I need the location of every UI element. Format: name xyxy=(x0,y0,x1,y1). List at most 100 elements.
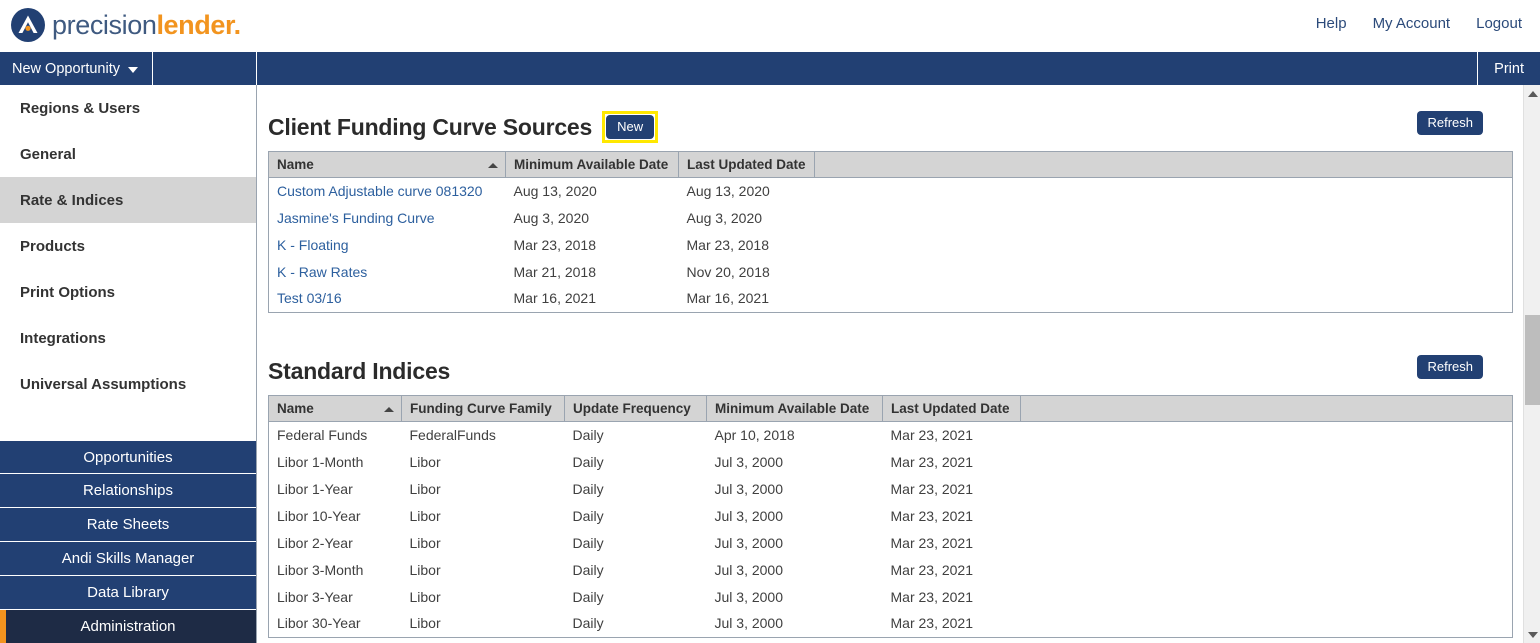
funding-curve-link[interactable]: K - Raw Rates xyxy=(277,264,367,280)
sidebar-nav-label: Opportunities xyxy=(83,448,173,466)
cell-update-frequency: Daily xyxy=(572,454,604,470)
sidebar-nav-relationships[interactable]: Relationships xyxy=(0,474,256,508)
cell-funding-curve-family: FederalFunds xyxy=(409,427,496,444)
cell-update-frequency: Daily xyxy=(572,481,604,497)
sidebar-nav-data-library[interactable]: Data Library xyxy=(0,576,256,610)
cell-last-updated-date: Aug 13, 2020 xyxy=(686,183,770,200)
cell-funding-curve-family: Libor xyxy=(409,562,441,578)
cell-name: Jasmine's Funding Curve xyxy=(269,205,506,232)
cell-last-updated-date: Mar 16, 2021 xyxy=(686,289,770,306)
new-button[interactable]: New xyxy=(606,115,655,139)
sidebar-item-label: Rate & Indices xyxy=(20,191,124,209)
vertical-scrollbar[interactable] xyxy=(1523,85,1540,643)
cell-last-updated-date: Mar 23, 2018 xyxy=(686,237,770,253)
column-header-name[interactable]: Name xyxy=(268,151,506,178)
cell-funding-curve-family: Libor xyxy=(409,589,441,605)
cell-minimum-available-date: Jul 3, 2000 xyxy=(714,481,784,497)
column-header-label: Funding Curve Family xyxy=(410,401,552,416)
sidebar-item-regions-users[interactable]: Regions & Users xyxy=(0,85,256,131)
admin-sidebar: Regions & Users General Rate & Indices P… xyxy=(0,85,257,643)
table-row: Libor 10-Year Libor Daily Jul 3, 2000 Ma… xyxy=(269,503,1513,530)
sidebar-nav-rate-sheets[interactable]: Rate Sheets xyxy=(0,508,256,542)
sidebar-item-general[interactable]: General xyxy=(0,131,256,177)
funding-curve-link[interactable]: Custom Adjustable curve 081320 xyxy=(277,183,482,199)
cell-name: Test 03/16 xyxy=(269,286,506,313)
scroll-up-arrow-icon[interactable] xyxy=(1524,85,1540,102)
cell-name: Libor 1-Month xyxy=(277,454,364,470)
sidebar-nav-opportunities[interactable]: Opportunities xyxy=(0,440,256,474)
menu-divider xyxy=(256,52,257,85)
sidebar-item-universal-assumptions[interactable]: Universal Assumptions xyxy=(0,361,256,407)
brand-wordmark: precisionlender. xyxy=(52,7,241,43)
cell-last-updated-date: Nov 20, 2018 xyxy=(686,264,770,280)
cell-update-frequency: Daily xyxy=(572,562,604,578)
help-link[interactable]: Help xyxy=(1316,14,1347,34)
cell-last-updated-date: Mar 23, 2021 xyxy=(890,535,974,551)
sidebar-item-label: Regions & Users xyxy=(20,99,141,117)
table-row: Libor 1-Month Libor Daily Jul 3, 2000 Ma… xyxy=(269,449,1513,476)
cell-minimum-available-date: Jul 3, 2000 xyxy=(714,454,784,470)
scroll-down-arrow-icon[interactable] xyxy=(1524,626,1540,643)
cell-minimum-available-date: Jul 3, 2000 xyxy=(714,562,784,578)
cell-actions xyxy=(1021,530,1513,557)
sidebar-item-products[interactable]: Products xyxy=(0,223,256,269)
table-row: Test 03/16 Mar 16, 2021 Mar 16, 2021 xyxy=(269,286,1513,313)
standard-indices-section: Standard Indices Refresh Name Funding Cu… xyxy=(268,353,1513,638)
column-header-minimum-available-date[interactable]: Minimum Available Date xyxy=(505,151,679,178)
cell-minimum-available-date: Apr 10, 2018 xyxy=(714,427,795,444)
my-account-link[interactable]: My Account xyxy=(1373,14,1451,34)
column-header-minimum-available-date[interactable]: Minimum Available Date xyxy=(706,395,883,422)
column-header-last-updated-date[interactable]: Last Updated Date xyxy=(678,151,815,178)
column-header-last-updated-date[interactable]: Last Updated Date xyxy=(882,395,1021,422)
cell-funding-curve-family: Libor xyxy=(409,535,441,551)
sidebar-app-switcher: Opportunities Relationships Rate Sheets … xyxy=(0,440,256,643)
sidebar-nav-andi-skills-manager[interactable]: Andi Skills Manager xyxy=(0,542,256,576)
new-button-focus-highlight: New xyxy=(602,111,659,143)
sidebar-item-integrations[interactable]: Integrations xyxy=(0,315,256,361)
sidebar-item-label: Print Options xyxy=(20,283,115,301)
refresh-button-standard-indices[interactable]: Refresh xyxy=(1417,355,1483,379)
table-row: Libor 3-Month Libor Daily Jul 3, 2000 Ma… xyxy=(269,557,1513,584)
column-header-update-frequency[interactable]: Update Frequency xyxy=(564,395,707,422)
print-label: Print xyxy=(1494,60,1524,77)
sidebar-nav-label: Administration xyxy=(80,618,176,635)
new-opportunity-menu[interactable]: New Opportunity xyxy=(0,52,153,85)
sidebar-item-rate-indices[interactable]: Rate & Indices xyxy=(0,177,256,223)
column-header-label: Name xyxy=(277,401,314,416)
sidebar-nav-administration[interactable]: Administration xyxy=(0,610,256,643)
refresh-button-funding-curve[interactable]: Refresh xyxy=(1417,111,1483,135)
primary-menu-bar: New Opportunity Print xyxy=(0,52,1540,85)
cell-minimum-available-date: Mar 23, 2018 xyxy=(513,237,597,253)
cell-name: Libor 1-Year xyxy=(277,481,353,497)
column-header-funding-curve-family[interactable]: Funding Curve Family xyxy=(401,395,565,422)
table-row: Libor 3-Year Libor Daily Jul 3, 2000 Mar… xyxy=(269,584,1513,611)
column-header-actions xyxy=(1020,395,1513,422)
table-row: Jasmine's Funding Curve Aug 3, 2020 Aug … xyxy=(269,205,1513,232)
section-title: Standard Indices xyxy=(268,357,451,384)
cell-name: Libor 2-Year xyxy=(277,535,353,551)
cell-actions xyxy=(1021,449,1513,476)
cell-minimum-available-date: Aug 3, 2020 xyxy=(513,210,590,226)
cell-last-updated-date: Mar 23, 2021 xyxy=(890,481,974,497)
cell-actions xyxy=(815,232,1513,259)
cell-minimum-available-date: Jul 3, 2000 xyxy=(714,535,784,551)
funding-curve-link[interactable]: Jasmine's Funding Curve xyxy=(277,210,435,226)
brand-logo[interactable]: precisionlender. xyxy=(10,7,241,43)
print-button[interactable]: Print xyxy=(1477,52,1540,85)
top-header-bar: precisionlender. Help My Account Logout xyxy=(0,0,1540,52)
cell-minimum-available-date: Jul 3, 2000 xyxy=(714,508,784,524)
cell-name: Libor 10-Year xyxy=(277,508,361,524)
sidebar-nav-label: Data Library xyxy=(87,584,169,601)
table-header-row: Name Minimum Available Date Last Updated… xyxy=(268,151,1513,178)
funding-curve-link[interactable]: K - Floating xyxy=(277,237,349,253)
cell-name: Libor 3-Year xyxy=(277,589,353,605)
sidebar-item-print-options[interactable]: Print Options xyxy=(0,269,256,315)
scrollbar-thumb[interactable] xyxy=(1525,315,1540,405)
funding-curve-link[interactable]: Test 03/16 xyxy=(277,290,342,306)
brand-wordmark-precision: precision xyxy=(52,10,157,40)
cell-minimum-available-date: Jul 3, 2000 xyxy=(714,614,784,631)
client-funding-curve-sources-table: Name Minimum Available Date Last Updated… xyxy=(268,151,1513,313)
column-header-name[interactable]: Name xyxy=(268,395,402,422)
logout-link[interactable]: Logout xyxy=(1476,14,1522,34)
table-row: Libor 2-Year Libor Daily Jul 3, 2000 Mar… xyxy=(269,530,1513,557)
